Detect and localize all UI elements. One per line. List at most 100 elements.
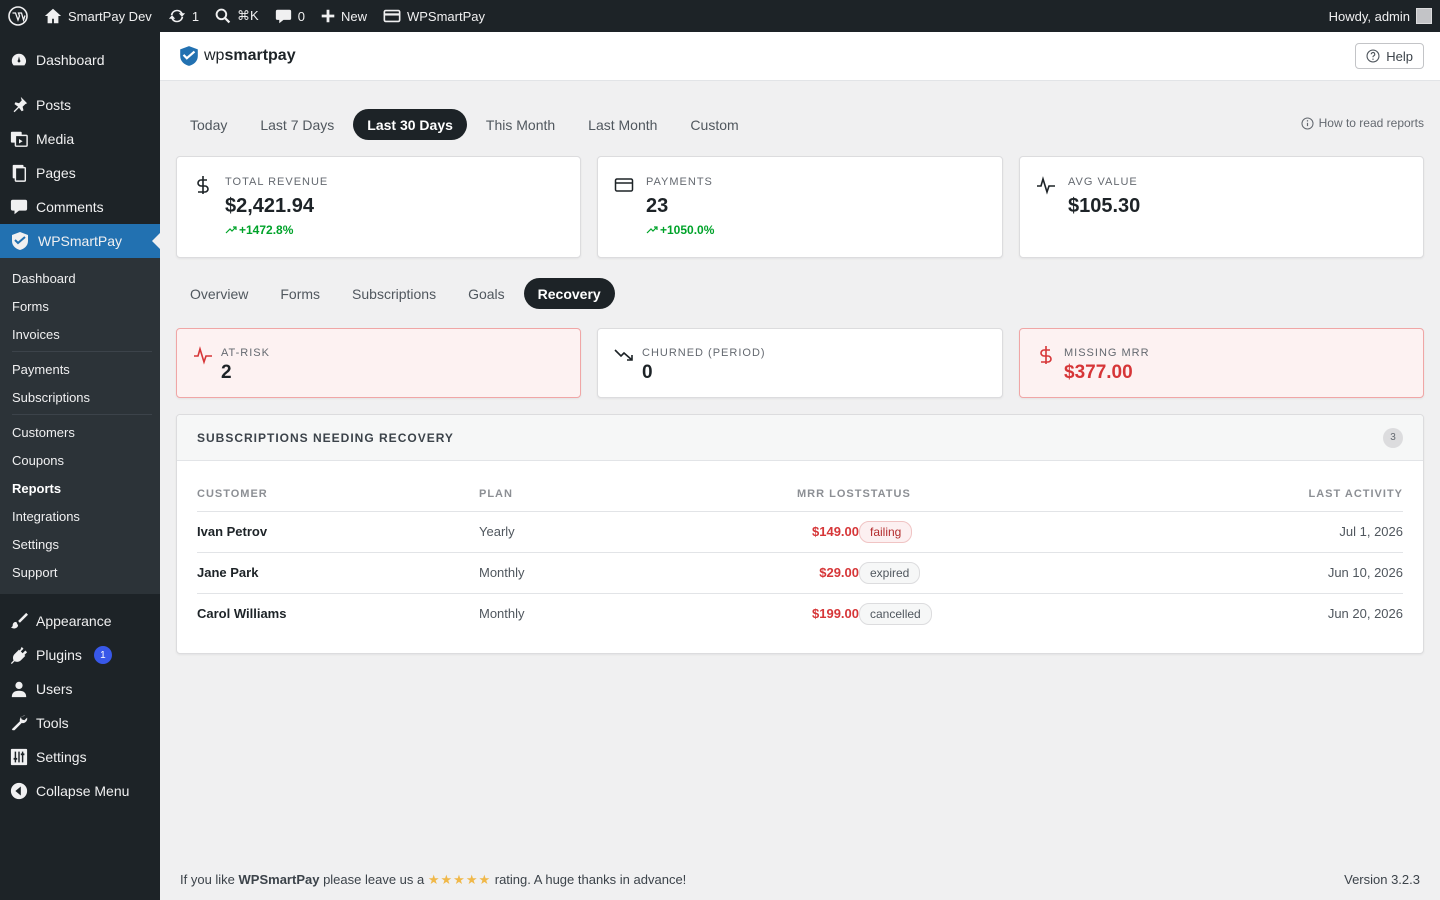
submenu-item-subscriptions[interactable]: Subscriptions <box>0 383 160 411</box>
status-badge: failing <box>859 520 913 543</box>
sidebar-item-appearance[interactable]: Appearance <box>0 604 160 638</box>
plugin-header: wp smartpay Help <box>160 32 1440 81</box>
new-content-link[interactable]: New <box>313 0 375 32</box>
refresh-icon <box>168 9 185 23</box>
sidebar-label: Media <box>36 131 75 147</box>
sidebar-label: Tools <box>36 715 69 731</box>
range-tab-last-month[interactable]: Last Month <box>574 109 671 140</box>
submenu-item-integrations[interactable]: Integrations <box>0 502 160 530</box>
range-tab-this-month[interactable]: This Month <box>472 109 569 140</box>
submenu-item-invoices[interactable]: Invoices <box>0 320 160 348</box>
range-tab-last-30-days[interactable]: Last 30 Days <box>353 109 467 140</box>
sidebar-item-tools[interactable]: Tools <box>0 706 160 740</box>
range-tab-last-7-days[interactable]: Last 7 Days <box>246 109 348 140</box>
cell-mrr: $149.00 <box>797 511 859 553</box>
report-tab-forms[interactable]: Forms <box>266 278 334 309</box>
cell-status: expired <box>859 552 999 594</box>
range-tab-today[interactable]: Today <box>176 109 241 140</box>
sidebar-label: Comments <box>36 199 104 215</box>
column-header-mrr-status: MRR LOSTSTATUS <box>797 477 999 512</box>
wpsmartpay-adminbar-link[interactable]: WPSmartPay <box>375 0 493 32</box>
activity-icon <box>194 346 212 365</box>
sidebar-label: WPSmartPay <box>38 233 123 249</box>
updates-link[interactable]: 1 <box>160 0 207 32</box>
submenu-divider <box>12 414 152 415</box>
date-range-tabs: Today Last 7 Days Last 30 Days This Mont… <box>176 109 758 140</box>
report-tab-goals[interactable]: Goals <box>454 278 519 309</box>
pages-icon <box>12 164 27 182</box>
sidebar-item-wpsmartpay[interactable]: WPSmartPay <box>0 224 160 258</box>
report-tab-overview[interactable]: Overview <box>176 278 262 309</box>
comments-count: 0 <box>297 8 305 24</box>
plugin-icon <box>10 646 28 664</box>
submenu-item-dashboard[interactable]: Dashboard <box>0 264 160 292</box>
sidebar-item-plugins[interactable]: Plugins 1 <box>0 638 160 672</box>
report-tab-recovery[interactable]: Recovery <box>523 278 615 309</box>
recovery-label: CHURNED (PERIOD) <box>642 347 766 359</box>
recovery-label: MISSING MRR <box>1064 347 1150 359</box>
recovery-card-churned: CHURNED (PERIOD) 0 <box>597 328 1003 398</box>
how-to-read-reports-link[interactable]: How to read reports <box>1301 116 1424 130</box>
user-icon <box>11 681 27 698</box>
account-menu[interactable]: Howdy, admin <box>1321 0 1440 32</box>
help-button[interactable]: Help <box>1355 43 1424 69</box>
trend-up-icon <box>646 226 658 234</box>
cell-plan: Monthly <box>479 606 525 622</box>
cell-last-activity: Jul 1, 2026 <box>999 511 1403 553</box>
sidebar-label: Pages <box>36 165 76 181</box>
submenu-item-reports[interactable]: Reports <box>0 474 160 502</box>
sidebar-item-posts[interactable]: Posts <box>0 88 160 122</box>
sidebar-label: Users <box>36 681 73 697</box>
collapse-menu-button[interactable]: Collapse Menu <box>0 774 160 808</box>
cell-plan: Yearly <box>479 511 797 553</box>
sidebar-item-dashboard[interactable]: Dashboard <box>0 43 160 77</box>
range-tab-custom[interactable]: Custom <box>676 109 752 140</box>
cell-mrr: $29.00 <box>797 552 859 594</box>
updates-count: 1 <box>191 8 200 24</box>
recovery-table-header: SUBSCRIPTIONS NEEDING RECOVERY 3 <box>177 415 1423 461</box>
table-row[interactable]: Carol Williams Monthly $199.00 cancelled… <box>197 593 1403 634</box>
submenu-item-coupons[interactable]: Coupons <box>0 446 160 474</box>
site-name-link[interactable]: SmartPay Dev <box>36 0 160 32</box>
report-tab-subscriptions[interactable]: Subscriptions <box>338 278 450 309</box>
table-row[interactable]: Jane Park Monthly $29.00 expired Jun 10,… <box>197 552 1403 594</box>
sidebar-item-pages[interactable]: Pages <box>0 156 160 190</box>
sidebar-item-users[interactable]: Users <box>0 672 160 706</box>
trend-up-icon <box>225 226 237 234</box>
stat-delta-value: +1472.8% <box>239 223 294 237</box>
footer-text: If you like WPSmartPay please leave us a… <box>180 872 686 888</box>
new-label: New <box>340 8 367 24</box>
submenu-item-customers[interactable]: Customers <box>0 418 160 446</box>
recovery-card-missing-mrr: MISSING MRR $377.00 <box>1019 328 1424 398</box>
report-tabs: Overview Forms Subscriptions Goals Recov… <box>176 278 620 309</box>
stat-card-payments: PAYMENTS 23 +1050.0% <box>597 156 1003 258</box>
submenu-item-payments[interactable]: Payments <box>0 355 160 383</box>
sidebar-item-comments[interactable]: Comments <box>0 190 160 224</box>
stat-label: TOTAL REVENUE <box>225 176 329 188</box>
stat-value: $105.30 <box>1068 195 1141 217</box>
help-label: Help <box>1386 48 1413 64</box>
avatar <box>1416 8 1432 24</box>
wordpress-logo-button[interactable] <box>0 0 36 32</box>
stat-card-avg-value: AVG VALUE $105.30 <box>1019 156 1424 258</box>
submenu-item-support[interactable]: Support <box>0 558 160 586</box>
column-header-last-activity: LAST ACTIVITY <box>999 477 1403 512</box>
sidebar-item-settings[interactable]: Settings <box>0 740 160 774</box>
stat-value: 23 <box>646 195 669 217</box>
submenu-item-settings[interactable]: Settings <box>0 530 160 558</box>
column-header-customer: CUSTOMER <box>197 477 479 512</box>
sidebar-item-media[interactable]: Media <box>0 122 160 156</box>
status-badge: expired <box>859 561 921 584</box>
table-row[interactable]: Ivan Petrov Yearly $149.00 failing Jul 1… <box>197 511 1403 553</box>
rating-stars-link[interactable]: ★★★★★ <box>428 872 491 887</box>
submenu-item-forms[interactable]: Forms <box>0 292 160 320</box>
search-icon <box>215 8 231 24</box>
wpsmartpay-logo: wp smartpay <box>178 45 296 67</box>
search-shortcut[interactable]: ⌘K <box>207 0 267 32</box>
info-icon <box>1301 116 1314 130</box>
comments-link[interactable]: 0 <box>267 0 313 32</box>
wordpress-icon <box>8 6 28 26</box>
wpsmartpay-submenu: Dashboard Forms Invoices Payments Subscr… <box>0 258 160 594</box>
footer-mid: please leave us a <box>319 872 428 887</box>
wrench-icon <box>11 715 28 731</box>
